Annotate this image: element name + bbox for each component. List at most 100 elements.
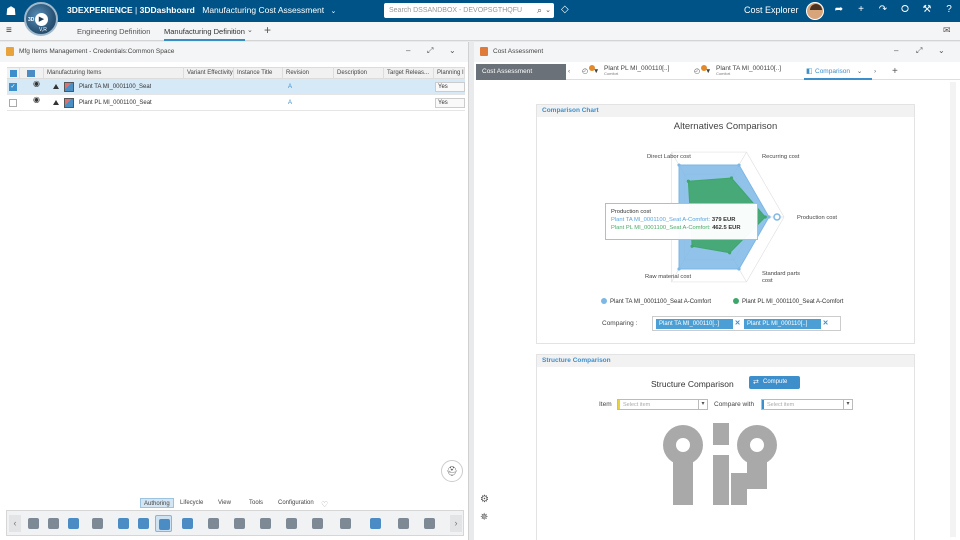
chevron-down-icon[interactable]: ⌄ xyxy=(331,7,337,15)
radar-point[interactable] xyxy=(763,215,767,219)
maximize-icon[interactable]: ⤢ xyxy=(916,46,922,56)
item-name[interactable]: Plant TA MI_0001100_Seat xyxy=(79,79,151,95)
link-icon[interactable] xyxy=(421,515,438,532)
tab-cost-assessment[interactable]: Cost Assessment xyxy=(476,64,566,80)
minimize-icon[interactable]: – xyxy=(894,46,898,55)
tab-tools[interactable]: Tools xyxy=(246,498,266,508)
comparing-chip[interactable]: Plant TA MI_000110[..] ✕ xyxy=(656,319,742,329)
item-select[interactable]: Select item ▾ xyxy=(617,399,708,410)
tab-dropdown-icon[interactable]: ⌄ xyxy=(247,26,253,34)
search-input[interactable]: Search DSSANDBOX - DEVOPSGTHQFU ⌕ ⌄ xyxy=(384,3,554,18)
tab-plant-pl[interactable]: ◴ ▼ Plant PL MI_000110[..] Comfort xyxy=(580,64,684,80)
radar-point[interactable] xyxy=(686,179,690,183)
cube-icon[interactable] xyxy=(135,515,152,532)
add-tab-icon[interactable]: + xyxy=(264,23,271,37)
tab-engineering-definition[interactable]: Engineering Definition xyxy=(77,27,150,36)
remove-chip-icon[interactable]: ✕ xyxy=(733,319,742,329)
process-icon[interactable] xyxy=(337,515,354,532)
legend-item-ta[interactable]: Plant TA MI_0001100_Seat A-Comfort xyxy=(601,298,711,305)
chevron-down-icon[interactable]: ⌄ xyxy=(449,46,456,55)
stack-icon[interactable] xyxy=(257,515,274,532)
eye-icon[interactable]: ◉ xyxy=(33,95,40,104)
scroll-left-icon[interactable]: ‹ xyxy=(9,515,21,532)
scrollbar[interactable] xyxy=(950,82,956,537)
row-checkbox[interactable]: ✓ xyxy=(9,83,17,91)
tab-authoring[interactable]: Authoring xyxy=(140,498,174,508)
help-icon[interactable]: ? xyxy=(942,4,956,15)
radar-point[interactable] xyxy=(677,267,681,271)
radar-point[interactable] xyxy=(737,267,741,271)
home-icon[interactable] xyxy=(25,515,42,532)
search-icon[interactable]: ⌕ xyxy=(537,3,542,18)
measure-icon[interactable] xyxy=(395,515,412,532)
share-icon[interactable]: ➦ xyxy=(832,4,846,15)
box-icon[interactable] xyxy=(367,515,384,532)
item-revision[interactable]: A xyxy=(288,95,292,111)
transform-icon[interactable] xyxy=(205,515,222,532)
mfg-item-tool-icon[interactable] xyxy=(155,515,172,532)
plus-icon[interactable]: + xyxy=(854,4,868,15)
assistant-helmet-icon[interactable]: ⛑ xyxy=(441,460,463,482)
planning-value[interactable]: Yes xyxy=(435,98,465,108)
avatar[interactable] xyxy=(806,2,824,20)
search-dropdown-icon[interactable]: ⌄ xyxy=(545,3,551,18)
remove-chip-icon[interactable]: ✕ xyxy=(821,319,830,329)
item-name[interactable]: Plant PL MI_0001100_Seat xyxy=(79,95,152,111)
tab-configuration[interactable]: Configuration xyxy=(275,498,317,508)
tab-manufacturing-definition[interactable]: Manufacturing Definition xyxy=(164,27,245,41)
item-revision[interactable]: A xyxy=(288,79,292,95)
expand-icon[interactable] xyxy=(53,84,59,89)
assembly-icon[interactable] xyxy=(179,515,196,532)
comparing-field[interactable]: Plant TA MI_000110[..] ✕ Plant PL MI_000… xyxy=(652,316,841,331)
ds-logo-icon[interactable]: ☗ xyxy=(3,3,19,19)
chevron-down-icon[interactable]: ⌄ xyxy=(857,68,862,75)
radar-point[interactable] xyxy=(737,163,741,167)
chat-icon[interactable]: ✉ xyxy=(943,25,951,36)
tab-comparison[interactable]: ◧ Comparison ⌄ xyxy=(804,64,872,80)
chevron-down-icon[interactable]: ▾ xyxy=(843,400,852,409)
chevron-down-icon[interactable]: ▾ xyxy=(698,400,707,409)
tab-view[interactable]: View xyxy=(215,498,234,508)
debug-icon[interactable]: ✵ xyxy=(480,512,488,523)
radar-point[interactable] xyxy=(729,176,734,180)
eye-icon[interactable]: ◉ xyxy=(33,79,40,88)
database-icon[interactable] xyxy=(45,515,62,532)
expand-icon[interactable] xyxy=(53,100,59,105)
maximize-icon[interactable]: ⤢ xyxy=(427,46,433,56)
network-icon[interactable]: ⭘ xyxy=(898,4,912,15)
comparing-chip[interactable]: Plant PL MI_000110[..] ✕ xyxy=(744,319,830,329)
insert-icon[interactable] xyxy=(115,515,132,532)
favorite-icon[interactable]: ♡ xyxy=(321,500,328,509)
chevron-down-icon[interactable]: ⌄ xyxy=(938,46,945,55)
tab-scroll-right-icon[interactable]: › xyxy=(874,64,884,80)
tab-scroll-left-icon[interactable]: ‹ xyxy=(568,64,578,80)
weld-icon[interactable] xyxy=(309,515,326,532)
settings-gear-icon[interactable]: ⚙ xyxy=(480,494,489,505)
legend-item-pl[interactable]: Plant PL MI_0001100_Seat A-Comfort xyxy=(733,298,843,305)
compass-widget[interactable]: 3D ▶ V,R xyxy=(24,2,58,36)
part-icon[interactable] xyxy=(231,515,248,532)
radar-point[interactable] xyxy=(728,251,732,255)
row-checkbox[interactable] xyxy=(9,99,17,107)
tools-icon[interactable]: ⚒ xyxy=(920,4,934,15)
hide-icon[interactable] xyxy=(89,515,106,532)
add-tab-icon[interactable]: + xyxy=(892,64,898,80)
radar-point[interactable] xyxy=(677,163,681,167)
dashboard-name[interactable]: Manufacturing Cost Assessment xyxy=(202,5,324,15)
tab-lifecycle[interactable]: Lifecycle xyxy=(177,498,206,508)
planning-value[interactable]: Yes xyxy=(435,82,465,92)
radar-point[interactable] xyxy=(690,244,694,248)
tag-icon[interactable]: ◇ xyxy=(561,4,569,15)
compare-with-select[interactable]: Select item ▾ xyxy=(761,399,853,410)
refresh-icon[interactable] xyxy=(65,515,82,532)
scroll-right-icon[interactable]: › xyxy=(450,515,462,532)
table-row[interactable]: ◉ Plant PL MI_0001100_Seat A Yes xyxy=(7,95,465,111)
hamburger-menu-icon[interactable]: ≡ xyxy=(6,25,12,36)
table-row[interactable]: ✓ ◉ Plant TA MI_0001100_Seat A Yes xyxy=(7,79,465,95)
tab-plant-ta[interactable]: ◴ ▼ Plant TA MI_000110[..] Comfort xyxy=(692,64,800,80)
fastener-icon[interactable] xyxy=(283,515,300,532)
forward-icon[interactable]: ↷ xyxy=(876,4,890,15)
minimize-icon[interactable]: – xyxy=(406,46,410,55)
radar-hover-point[interactable] xyxy=(773,213,781,221)
radar-point[interactable] xyxy=(767,215,771,219)
